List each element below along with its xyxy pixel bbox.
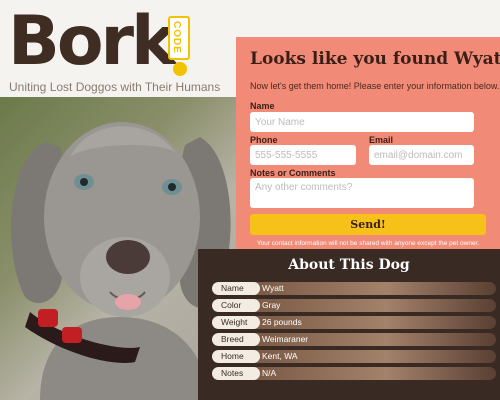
about-row-home: Kent, WA Home <box>212 350 496 363</box>
about-row-name: Wyatt Name <box>212 282 496 295</box>
form-title: Looks like you found Wyatt! <box>250 49 500 69</box>
about-key: Color <box>212 299 260 312</box>
about-value: N/A <box>252 367 496 380</box>
about-key: Breed <box>212 333 260 346</box>
email-label: Email <box>369 135 394 145</box>
about-value: 26 pounds <box>252 316 496 329</box>
about-title: About This Dog <box>288 257 410 273</box>
phone-label: Phone <box>250 135 278 145</box>
send-button[interactable]: Send! <box>250 214 486 235</box>
about-value: Kent, WA <box>252 350 496 363</box>
about-row-breed: Weimaraner Breed <box>212 333 496 346</box>
logo-dot-icon <box>173 62 187 76</box>
about-key: Home <box>212 350 260 363</box>
logo-wordmark: Bork <box>8 2 176 81</box>
about-row-weight: 26 pounds Weight <box>212 316 496 329</box>
about-key: Weight <box>212 316 260 329</box>
phone-input[interactable] <box>250 145 356 165</box>
about-row-notes: N/A Notes <box>212 367 496 380</box>
comments-textarea[interactable] <box>250 178 474 208</box>
name-input[interactable] <box>250 112 474 132</box>
logo-code-tag: CODE <box>168 16 190 60</box>
about-key: Name <box>212 282 260 295</box>
tagline: Uniting Lost Doggos with Their Humans <box>9 80 221 94</box>
about-dog-panel: About This Dog Wyatt Name Gray Color 26 … <box>198 249 500 400</box>
contact-form-panel: Looks like you found Wyatt! Now let's ge… <box>236 37 500 249</box>
name-label: Name <box>250 101 275 111</box>
about-value: Wyatt <box>252 282 496 295</box>
about-row-color: Gray Color <box>212 299 496 312</box>
form-intro: Now let's get them home! Please enter yo… <box>250 81 500 91</box>
about-value: Weimaraner <box>252 333 496 346</box>
about-key: Notes <box>212 367 260 380</box>
about-value: Gray <box>252 299 496 312</box>
email-input[interactable] <box>369 145 474 165</box>
comments-label: Notes or Comments <box>250 168 336 178</box>
privacy-note: Your contact information will not be sha… <box>256 240 480 247</box>
